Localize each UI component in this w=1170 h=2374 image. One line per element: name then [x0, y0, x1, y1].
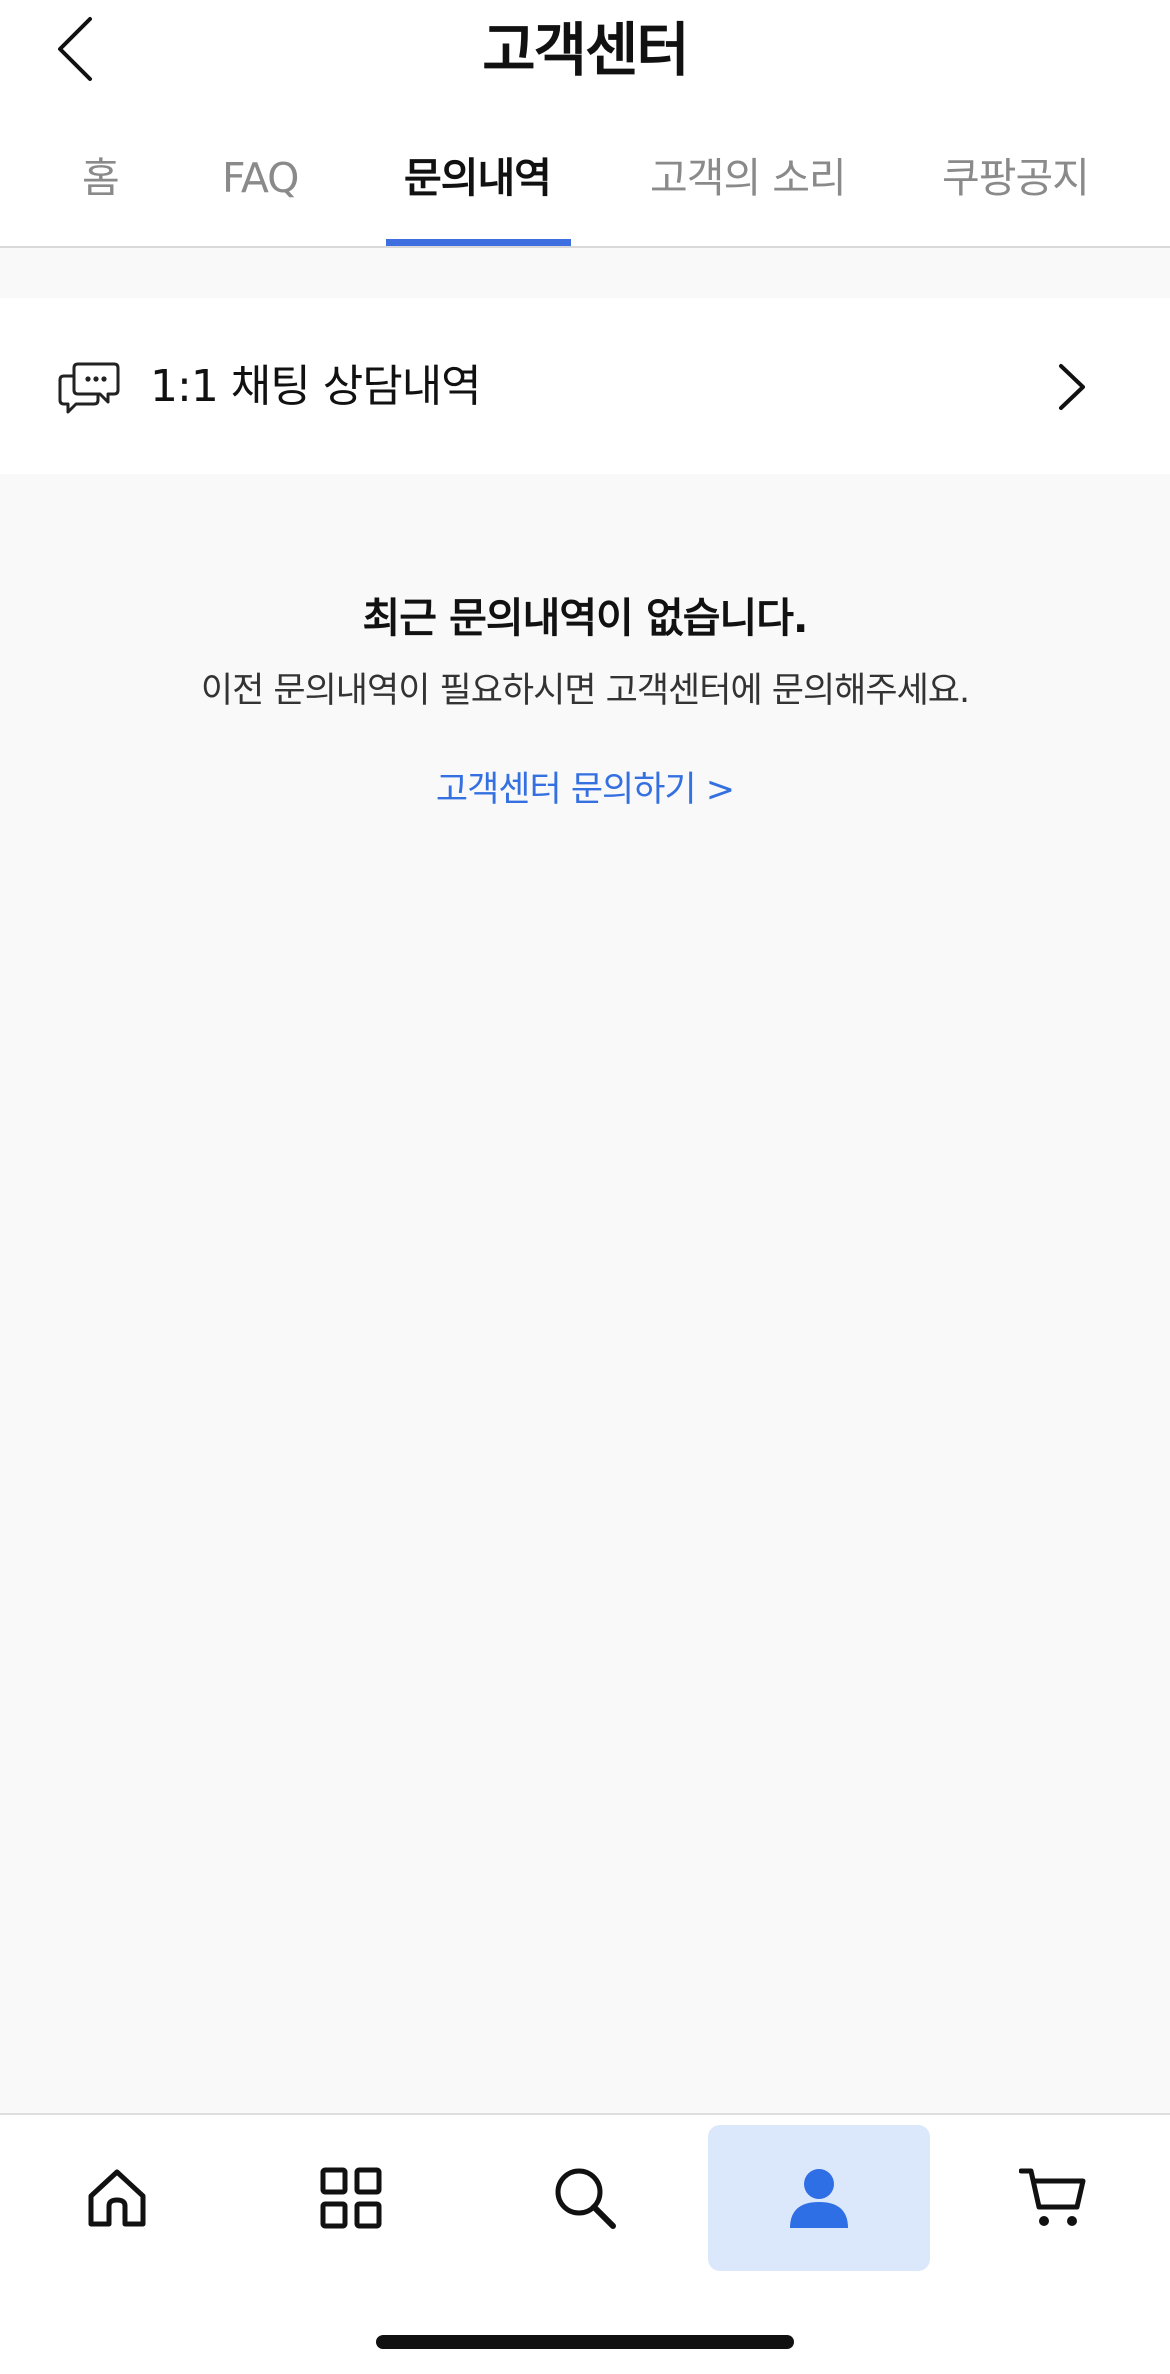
home-icon [88, 2169, 146, 2227]
tab-faq[interactable]: FAQ [222, 150, 299, 206]
tab-bar: 홈 FAQ 문의내역 고객의 소리 쿠팡공지 [0, 98, 1170, 248]
nav-search-button[interactable] [474, 2125, 696, 2271]
grid-icon [320, 2167, 382, 2229]
tab-customer-voice[interactable]: 고객의 소리 [650, 150, 847, 206]
tab-inquiries[interactable]: 문의내역 [404, 150, 552, 206]
chat-bubbles-icon [58, 362, 120, 414]
empty-state-description: 이전 문의내역이 필요하시면 고객센터에 문의해주세요. [200, 671, 970, 711]
active-tab-indicator [386, 239, 571, 246]
tab-notices[interactable]: 쿠팡공지 [942, 150, 1090, 206]
nav-cart-button[interactable] [942, 2125, 1164, 2271]
tab-home[interactable]: 홈 [82, 150, 120, 206]
nav-home-button[interactable] [6, 2125, 228, 2271]
home-indicator [376, 2335, 794, 2349]
person-icon [790, 2169, 848, 2228]
nav-categories-button[interactable] [240, 2125, 462, 2271]
search-icon [555, 2168, 616, 2229]
header: 고객센터 [0, 0, 1170, 98]
chat-history-row[interactable]: 1:1 채팅 상담내역 [0, 298, 1170, 474]
chat-history-label: 1:1 채팅 상담내역 [150, 361, 482, 412]
page-title: 고객센터 [482, 16, 689, 84]
nav-my-button[interactable] [708, 2125, 930, 2271]
contact-support-link[interactable]: 고객센터 문의하기 > [0, 762, 1170, 818]
cart-icon [1019, 2168, 1086, 2226]
empty-state-title: 최근 문의내역이 없습니다. [362, 594, 808, 642]
chevron-right-icon [1059, 364, 1085, 410]
